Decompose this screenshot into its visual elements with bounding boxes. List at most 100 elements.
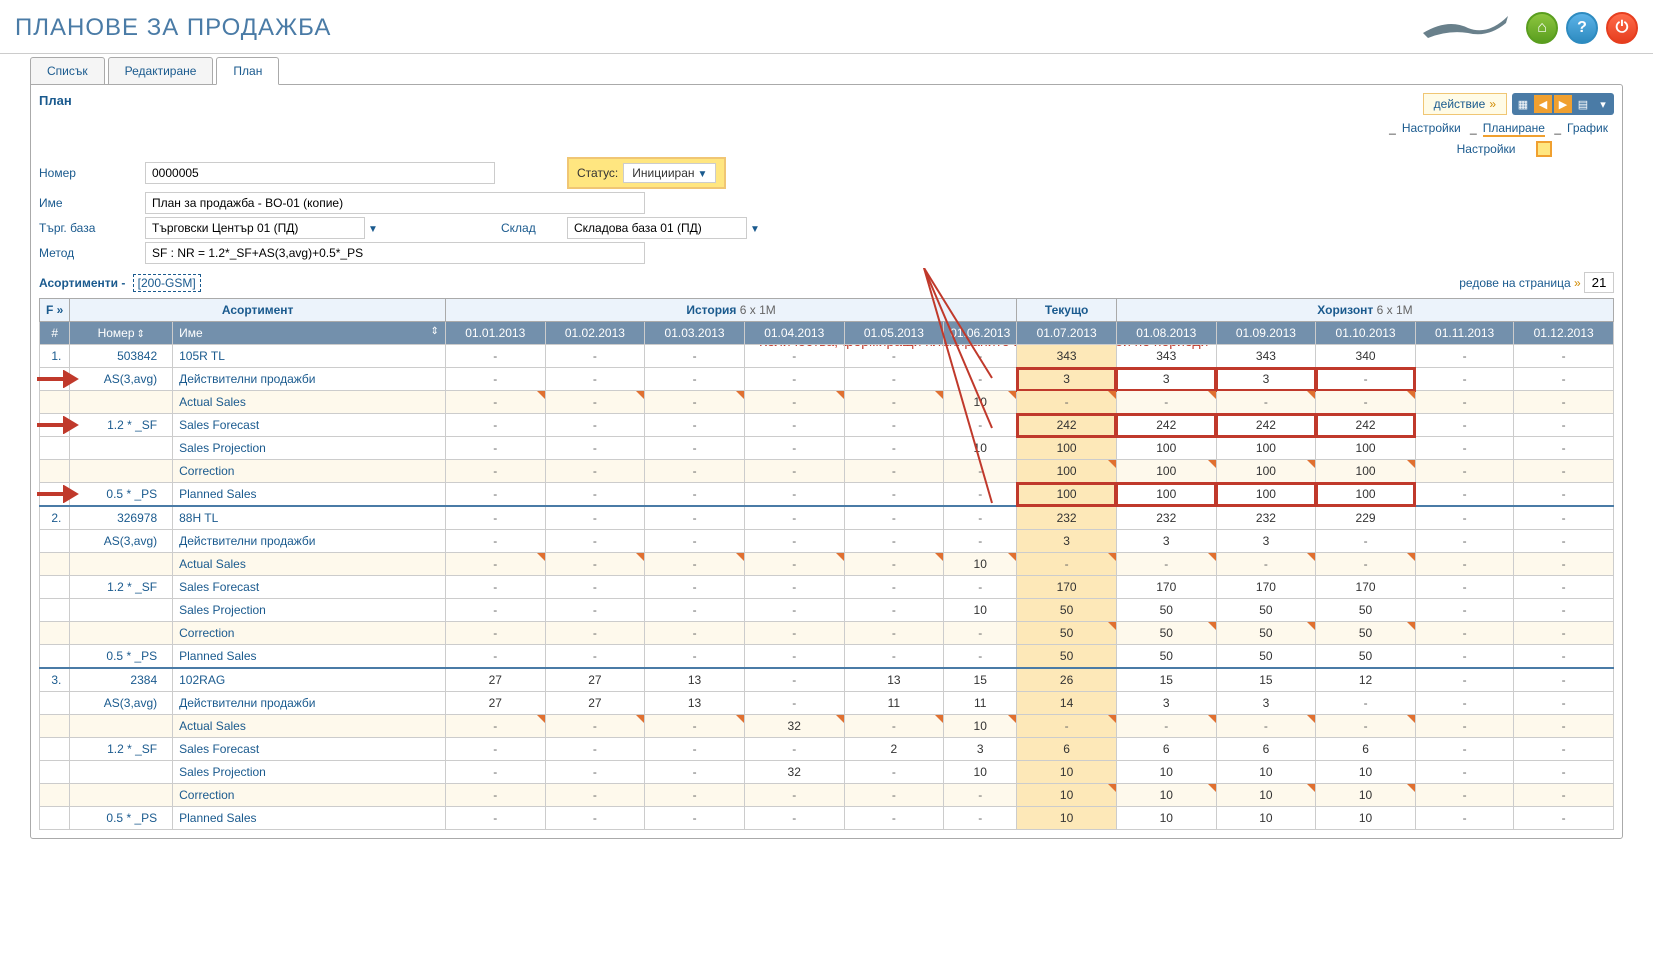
data-cell[interactable]: - [545, 599, 645, 622]
data-cell[interactable]: - [645, 622, 745, 645]
data-cell[interactable]: - [545, 807, 645, 830]
data-cell[interactable]: - [1514, 668, 1614, 692]
data-cell[interactable]: - [1514, 645, 1614, 669]
data-cell[interactable]: 340 [1316, 345, 1416, 368]
data-cell[interactable]: - [1017, 715, 1117, 738]
link-chart[interactable]: График [1567, 121, 1608, 135]
data-cell[interactable]: - [844, 761, 944, 784]
data-cell[interactable]: - [1415, 460, 1513, 483]
data-cell[interactable]: - [445, 391, 545, 414]
data-cell[interactable]: 3 [1116, 692, 1216, 715]
power-icon[interactable]: ⏻ [1606, 12, 1638, 44]
item-name[interactable]: 102RAG [173, 668, 446, 692]
data-cell[interactable]: - [645, 506, 745, 530]
data-cell[interactable]: 32 [744, 715, 844, 738]
data-cell[interactable]: - [744, 576, 844, 599]
data-cell[interactable]: - [1415, 645, 1513, 669]
data-cell[interactable]: 343 [1116, 345, 1216, 368]
col-month[interactable]: 01.04.2013 [744, 322, 844, 345]
data-cell[interactable]: - [744, 437, 844, 460]
data-cell[interactable]: - [445, 807, 545, 830]
data-cell[interactable]: 50 [1216, 599, 1316, 622]
data-cell[interactable]: - [1514, 576, 1614, 599]
data-cell[interactable]: - [545, 506, 645, 530]
data-cell[interactable]: 3 [1017, 368, 1117, 391]
data-cell[interactable]: 26 [1017, 668, 1117, 692]
data-cell[interactable]: - [445, 645, 545, 669]
tab-list[interactable]: Списък [30, 57, 105, 85]
dropdown-base-icon[interactable]: ▼ [368, 224, 378, 235]
data-cell[interactable]: - [445, 715, 545, 738]
data-cell[interactable]: 50 [1017, 622, 1117, 645]
data-cell[interactable]: - [1415, 692, 1513, 715]
help-icon[interactable]: ? [1566, 12, 1598, 44]
data-cell[interactable]: 11 [844, 692, 944, 715]
data-cell[interactable]: - [744, 668, 844, 692]
data-cell[interactable]: - [744, 738, 844, 761]
nav-prev-icon[interactable]: ◀ [1534, 95, 1552, 113]
row-sales-projection[interactable]: Sales Projection [173, 437, 446, 460]
data-cell[interactable]: - [645, 645, 745, 669]
link-settings2[interactable]: Настройки [1457, 142, 1516, 156]
data-cell[interactable]: - [1216, 715, 1316, 738]
assortment-filter[interactable]: [200-GSM] [133, 274, 201, 292]
nav-dropdown-icon[interactable]: ▾ [1594, 95, 1612, 113]
data-cell[interactable]: - [645, 784, 745, 807]
data-cell[interactable]: 6 [1116, 738, 1216, 761]
data-cell[interactable]: - [844, 414, 944, 437]
data-cell[interactable]: - [1415, 622, 1513, 645]
data-cell[interactable]: 3 [1216, 368, 1316, 391]
data-cell[interactable]: 343 [1017, 345, 1117, 368]
data-cell[interactable]: - [645, 553, 745, 576]
data-cell[interactable]: - [1415, 807, 1513, 830]
data-cell[interactable]: 3 [1216, 692, 1316, 715]
data-cell[interactable]: - [744, 414, 844, 437]
data-cell[interactable]: - [1514, 506, 1614, 530]
col-number[interactable]: Номер⇕ [70, 322, 173, 345]
data-cell[interactable]: - [844, 483, 944, 507]
col-month[interactable]: 01.05.2013 [844, 322, 944, 345]
data-cell[interactable]: - [1514, 391, 1614, 414]
data-cell[interactable]: - [645, 368, 745, 391]
data-cell[interactable]: - [1415, 368, 1513, 391]
col-f[interactable]: F » [40, 299, 70, 322]
data-cell[interactable]: - [1514, 553, 1614, 576]
data-cell[interactable]: - [944, 784, 1017, 807]
row-actual-sales-bg[interactable]: Действителни продажби [173, 368, 446, 391]
data-cell[interactable]: 10 [1017, 807, 1117, 830]
data-cell[interactable]: - [545, 530, 645, 553]
data-cell[interactable]: 232 [1017, 506, 1117, 530]
data-cell[interactable]: 10 [944, 391, 1017, 414]
data-cell[interactable]: - [1316, 530, 1416, 553]
data-cell[interactable]: - [844, 506, 944, 530]
data-cell[interactable]: - [445, 368, 545, 391]
row-sales-forecast[interactable]: Sales Forecast [173, 738, 446, 761]
data-cell[interactable]: 10 [1316, 761, 1416, 784]
input-base[interactable] [145, 217, 365, 239]
data-cell[interactable]: - [744, 784, 844, 807]
row-actual-sales-bg[interactable]: Действителни продажби [173, 692, 446, 715]
col-month[interactable]: 01.01.2013 [445, 322, 545, 345]
data-cell[interactable]: - [445, 437, 545, 460]
data-cell[interactable]: - [944, 576, 1017, 599]
data-cell[interactable]: 14 [1017, 692, 1117, 715]
data-cell[interactable]: 13 [645, 692, 745, 715]
data-cell[interactable]: 242 [1216, 414, 1316, 437]
data-cell[interactable]: - [1514, 483, 1614, 507]
data-cell[interactable]: 10 [944, 599, 1017, 622]
data-cell[interactable]: - [1415, 530, 1513, 553]
data-cell[interactable]: - [1216, 391, 1316, 414]
col-month[interactable]: 01.03.2013 [645, 322, 745, 345]
dropdown-store-icon[interactable]: ▼ [750, 224, 760, 235]
data-cell[interactable]: - [844, 553, 944, 576]
link-planning[interactable]: Планиране [1483, 121, 1545, 137]
data-cell[interactable]: - [645, 530, 745, 553]
data-cell[interactable]: - [445, 506, 545, 530]
data-cell[interactable]: - [1116, 715, 1216, 738]
data-cell[interactable]: - [744, 391, 844, 414]
data-cell[interactable]: - [545, 391, 645, 414]
home-icon[interactable]: ⌂ [1526, 12, 1558, 44]
data-cell[interactable]: - [645, 391, 745, 414]
row-sales-forecast[interactable]: Sales Forecast [173, 576, 446, 599]
data-cell[interactable]: 27 [545, 692, 645, 715]
